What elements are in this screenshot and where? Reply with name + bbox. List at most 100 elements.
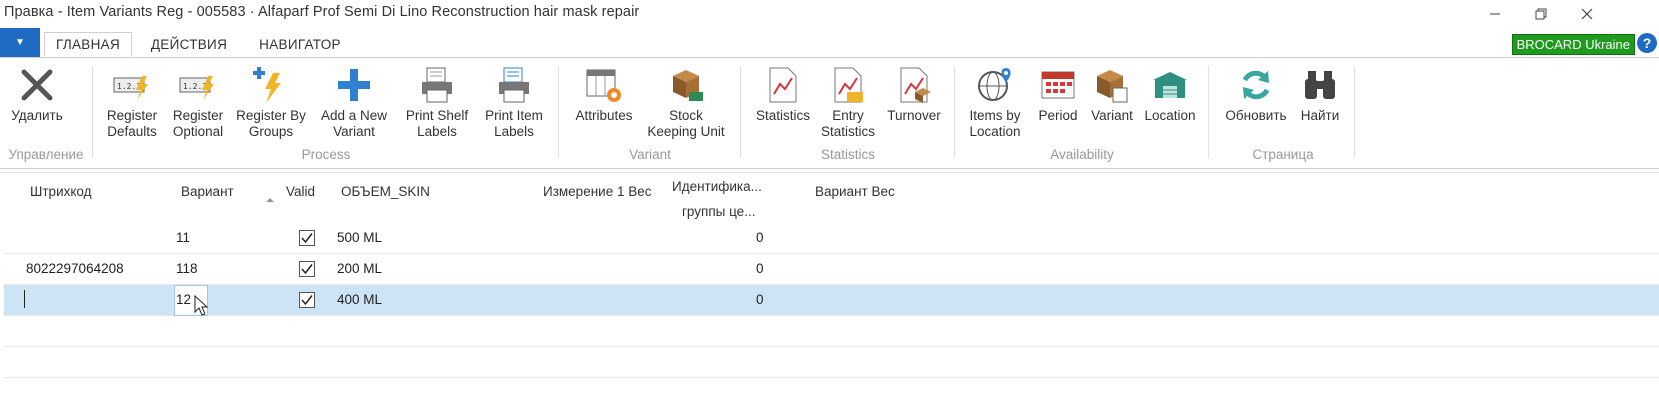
cell-volume[interactable]: 200 ML <box>337 261 382 276</box>
table-row-empty[interactable] <box>4 316 1659 347</box>
variant-availability-button[interactable]: Variant <box>1084 64 1140 124</box>
tab-label: ДЕЙСТВИЯ <box>150 37 228 52</box>
entry-statistics-button[interactable]: Entry Statistics <box>814 64 882 140</box>
items-by-location-button[interactable]: Items by Location <box>962 64 1028 140</box>
valid-checkbox[interactable] <box>299 230 315 246</box>
button-label: Print Item Labels <box>485 108 543 139</box>
refresh-icon <box>1236 64 1276 106</box>
delete-button[interactable]: Удалить <box>4 64 70 124</box>
tab-actions[interactable]: ДЕЙСТВИЯ <box>140 32 238 57</box>
group-separator <box>558 66 559 158</box>
group-separator <box>92 66 93 158</box>
column-header-price-group-line2[interactable]: группы це... <box>682 204 755 219</box>
attributes-button[interactable]: Attributes <box>566 64 642 124</box>
button-label: Period <box>1038 108 1078 123</box>
button-label: Items by Location <box>969 108 1021 139</box>
cell-barcode[interactable]: 8022297064208 <box>26 261 124 276</box>
minimize-button[interactable] <box>1472 0 1518 28</box>
button-label: Обновить <box>1225 108 1287 123</box>
tab-label: НАВИГАТОР <box>259 37 341 52</box>
register-optional-button[interactable]: 1.2.3 Register Optional <box>166 64 230 140</box>
warehouse-icon <box>1150 64 1190 106</box>
delete-x-icon <box>17 64 57 106</box>
tab-home[interactable]: ГЛАВНАЯ <box>44 32 132 57</box>
title-bar: Правка - Item Variants Reg - 005583 · Al… <box>0 0 1659 28</box>
group-label-manage: Управление <box>8 147 84 162</box>
stock-keeping-unit-button[interactable]: Stock Keeping Unit <box>640 64 732 140</box>
cell-variant[interactable]: 12 <box>176 292 191 307</box>
column-header-price-group-line1[interactable]: Идентифика... <box>672 179 762 194</box>
column-header-variant-weight[interactable]: Вариант Вес <box>815 184 895 199</box>
sort-ascending-icon <box>266 198 274 202</box>
table-row[interactable]: 11 500 ML 0 <box>4 223 1659 254</box>
group-separator <box>1208 66 1209 158</box>
restore-button[interactable] <box>1518 0 1564 28</box>
company-name: BROCARD Ukraine <box>1516 37 1630 52</box>
print-item-icon <box>494 64 534 106</box>
cell-variant[interactable]: 118 <box>176 261 198 276</box>
button-label: Register By Groups <box>236 108 306 139</box>
add-new-variant-button[interactable]: Add a New Variant <box>314 64 394 140</box>
button-label: Register Defaults <box>106 108 158 139</box>
text-cursor <box>24 290 25 308</box>
location-button[interactable]: Location <box>1138 64 1202 124</box>
button-label: Location <box>1144 108 1196 123</box>
column-header-barcode[interactable]: Штрихкод <box>30 184 92 199</box>
cell-variant[interactable]: 11 <box>176 230 190 245</box>
group-separator <box>954 66 955 158</box>
button-label: Variant <box>1091 108 1133 123</box>
table-row[interactable]: 8022297064208 118 200 ML 0 <box>4 254 1659 285</box>
button-label: Register Optional <box>172 108 224 139</box>
button-label: Удалить <box>11 108 63 123</box>
tab-navigator[interactable]: НАВИГАТОР <box>246 32 354 57</box>
button-label: Statistics <box>755 108 810 123</box>
group-label-variant: Variant <box>629 147 671 162</box>
app-menu-button[interactable]: ▼ <box>0 28 40 57</box>
company-badge[interactable]: BROCARD Ukraine <box>1511 34 1635 55</box>
register-groups-icon <box>251 64 291 106</box>
column-header-valid[interactable]: Valid <box>286 184 315 199</box>
button-label: Stock Keeping Unit <box>647 108 725 139</box>
help-button[interactable]: ? <box>1637 33 1657 53</box>
group-separator <box>740 66 741 158</box>
print-item-labels-button[interactable]: Print Item Labels <box>478 64 550 140</box>
minimize-icon <box>1490 13 1500 15</box>
valid-checkbox[interactable] <box>299 261 315 277</box>
button-label: Найти <box>1300 108 1340 123</box>
cell-price-group[interactable]: 0 <box>756 261 764 276</box>
variants-grid: Штрихкод Вариант Valid ОБЪЕМ_SKIN Измере… <box>0 172 1659 413</box>
ribbon: Удалить Управление 1.2.3 Register Defaul… <box>0 57 1659 169</box>
group-separator <box>1354 66 1355 158</box>
table-row-empty[interactable] <box>4 347 1659 378</box>
group-label-availability: Availability <box>1050 147 1114 162</box>
register-optional-icon: 1.2.3 <box>178 64 218 106</box>
tab-label: ГЛАВНАЯ <box>55 37 121 52</box>
period-button[interactable]: Period <box>1032 64 1084 124</box>
globe-location-icon <box>975 64 1015 106</box>
column-header-dimension-weight[interactable]: Измерение 1 Вес <box>543 184 651 199</box>
register-by-groups-button[interactable]: Register By Groups <box>232 64 310 140</box>
cell-price-group[interactable]: 0 <box>756 230 764 245</box>
sku-box-icon <box>666 64 706 106</box>
print-shelf-labels-button[interactable]: Print Shelf Labels <box>398 64 476 140</box>
table-row-selected[interactable]: 12 400 ML 0 <box>4 285 1659 316</box>
find-button[interactable]: Найти <box>1294 64 1346 124</box>
group-label-page: Страница <box>1252 147 1314 162</box>
button-label: Entry Statistics <box>820 108 875 139</box>
button-label: Add a New Variant <box>320 108 388 139</box>
ribbon-tabs: ▼ ГЛАВНАЯ ДЕЙСТВИЯ НАВИГАТОР BROCARD Ukr… <box>0 28 1659 57</box>
statistics-button[interactable]: Statistics <box>748 64 818 124</box>
column-header-volume[interactable]: ОБЪЕМ_SKIN <box>341 184 430 199</box>
app-menu-arrow: ▼ <box>15 37 25 48</box>
cell-volume[interactable]: 400 ML <box>337 292 382 307</box>
refresh-button[interactable]: Обновить <box>1218 64 1294 124</box>
turnover-button[interactable]: Turnover <box>880 64 948 124</box>
valid-checkbox[interactable] <box>299 292 315 308</box>
register-defaults-button[interactable]: 1.2.3 Register Defaults <box>100 64 164 140</box>
cell-price-group[interactable]: 0 <box>756 292 764 307</box>
button-label: Turnover <box>887 108 941 123</box>
turnover-icon <box>894 64 934 106</box>
cell-volume[interactable]: 500 ML <box>337 230 382 245</box>
column-header-variant[interactable]: Вариант <box>181 184 234 199</box>
close-button[interactable] <box>1564 0 1610 28</box>
